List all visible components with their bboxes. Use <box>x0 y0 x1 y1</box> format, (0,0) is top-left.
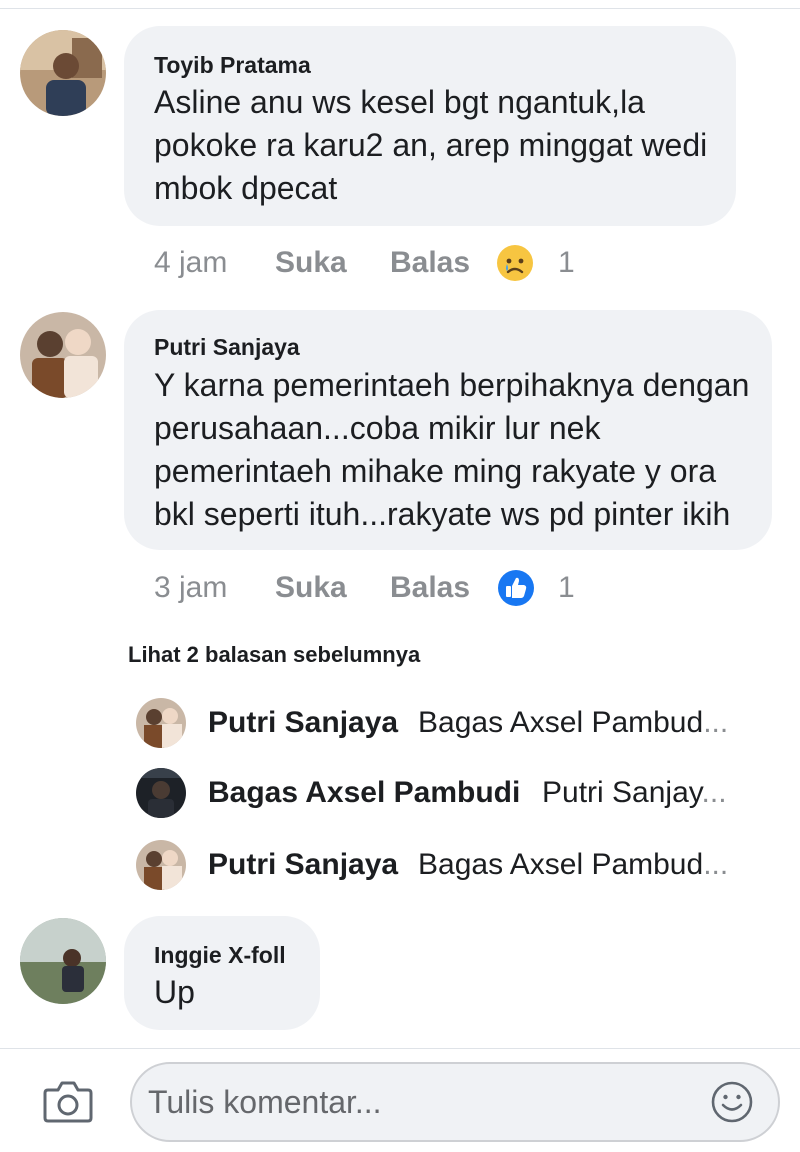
comment-text: Up <box>154 974 195 1010</box>
reply-ellipsis: ... <box>703 848 729 881</box>
avatar[interactable] <box>136 840 186 890</box>
reply-button[interactable]: Balas <box>390 246 470 280</box>
reply-preview-text: Bagas Axsel Pambud <box>418 848 704 881</box>
reply-author[interactable]: Bagas Axsel Pambudi <box>208 776 520 810</box>
reply-ellipsis: ... <box>701 776 727 809</box>
emoji-icon[interactable] <box>710 1080 754 1124</box>
see-previous-replies-link[interactable]: Lihat 2 balasan sebelumnya <box>128 642 420 668</box>
avatar[interactable] <box>136 768 186 818</box>
reply-preview: Bagas Axsel Pambud... <box>418 848 728 882</box>
reply-preview: Bagas Axsel Pambud... <box>418 706 728 740</box>
top-divider <box>0 8 800 9</box>
composer-divider <box>0 1048 800 1049</box>
avatar[interactable] <box>136 698 186 748</box>
comment-author[interactable]: Putri Sanjaya <box>154 334 300 361</box>
comment-author[interactable]: Toyib Pratama <box>154 52 311 79</box>
avatar[interactable] <box>20 312 106 398</box>
reaction-count[interactable]: 1 <box>558 571 575 605</box>
avatar[interactable] <box>20 30 106 116</box>
comment-text: Y karna pemerintaeh berpihaknya dengan p… <box>154 367 750 532</box>
comment-time: 3 jam <box>154 571 228 604</box>
camera-icon[interactable] <box>42 1078 94 1126</box>
comment-time: 4 jam <box>154 246 228 279</box>
comment-text: Asline anu ws kesel bgt ngantuk,la pokok… <box>154 84 708 206</box>
comment-input[interactable] <box>148 1082 688 1122</box>
reaction-count[interactable]: 1 <box>558 246 575 280</box>
like-button[interactable]: Suka <box>275 246 347 280</box>
reply-author[interactable]: Putri Sanjaya <box>208 848 398 882</box>
sad-reaction-icon[interactable] <box>496 244 534 282</box>
reply-ellipsis: ... <box>703 706 729 739</box>
like-reaction-icon[interactable] <box>497 569 535 607</box>
reply-preview-text: Putri Sanjay <box>542 776 702 809</box>
comment-composer[interactable] <box>130 1062 780 1142</box>
like-button[interactable]: Suka <box>275 571 347 605</box>
reply-item[interactable]: Putri Sanjaya Bagas Axsel Pambud... <box>136 840 776 890</box>
reply-item[interactable]: Putri Sanjaya Bagas Axsel Pambud... <box>136 698 776 748</box>
comment-author[interactable]: Inggie X-foll <box>154 942 286 969</box>
reply-item[interactable]: Bagas Axsel Pambudi Putri Sanjay... <box>136 768 776 818</box>
avatar[interactable] <box>20 918 106 1004</box>
reply-preview-text: Bagas Axsel Pambud <box>418 706 704 739</box>
reply-preview: Putri Sanjay... <box>542 776 727 810</box>
reply-author[interactable]: Putri Sanjaya <box>208 706 398 740</box>
reply-button[interactable]: Balas <box>390 571 470 605</box>
